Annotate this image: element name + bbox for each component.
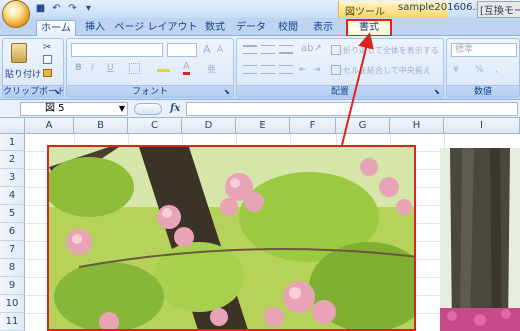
- font-launcher-icon[interactable]: ⬊: [224, 88, 232, 96]
- tab-format[interactable]: 書式: [346, 19, 392, 37]
- font-name-combo[interactable]: [71, 43, 163, 57]
- paste-button[interactable]: 貼り付け: [5, 67, 41, 80]
- second-picture[interactable]: [440, 148, 520, 331]
- insert-function-icon[interactable]: fx: [170, 103, 180, 114]
- tab-view[interactable]: 表示: [308, 20, 338, 36]
- row-header[interactable]: 3: [0, 169, 25, 187]
- name-box-value: 図 5: [45, 103, 65, 114]
- tab-home[interactable]: ホーム: [36, 20, 76, 36]
- merge-icon[interactable]: [331, 65, 341, 75]
- tab-insert[interactable]: 挿入: [80, 20, 110, 36]
- decrease-indent-icon[interactable]: ⇤: [299, 65, 307, 75]
- row-header[interactable]: 5: [0, 205, 25, 223]
- row-header[interactable]: 6: [0, 223, 25, 241]
- borders-icon[interactable]: [129, 63, 140, 74]
- align-left-icon[interactable]: [243, 65, 257, 74]
- column-header[interactable]: A: [25, 118, 74, 134]
- title-bar: ■ ↶ ↷ ▾ 図ツール sample201606.xlsx [互換モード]: [0, 0, 520, 28]
- column-header[interactable]: I: [444, 118, 520, 134]
- quick-access-toolbar: ■ ↶ ↷ ▾: [34, 2, 95, 15]
- align-center-icon[interactable]: [261, 65, 275, 74]
- bold-button[interactable]: B: [75, 63, 82, 73]
- row-header[interactable]: 8: [0, 259, 25, 277]
- copy-icon[interactable]: [43, 55, 52, 64]
- row-header[interactable]: 10: [0, 295, 25, 313]
- row-header[interactable]: 7: [0, 241, 25, 259]
- tab-review[interactable]: 校閲: [272, 20, 304, 36]
- alignment-group: ab↗ 折り返して全体を表示する ⇤ ⇥ セルを結合して中央揃え 配置 ⬊: [236, 38, 444, 98]
- column-header[interactable]: C: [128, 118, 182, 134]
- tree-trunk-photo: [440, 148, 520, 331]
- percent-button[interactable]: %: [475, 65, 484, 75]
- column-header[interactable]: H: [390, 118, 444, 134]
- customize-qat-icon[interactable]: ▾: [82, 2, 95, 15]
- align-right-icon[interactable]: [279, 65, 293, 74]
- column-header[interactable]: F: [290, 118, 336, 134]
- font-color-button[interactable]: A: [183, 61, 190, 75]
- tab-data[interactable]: データ: [234, 20, 268, 36]
- context-label: 図ツール: [345, 7, 385, 18]
- column-header[interactable]: G: [336, 118, 390, 134]
- office-button[interactable]: [2, 0, 30, 28]
- selected-picture[interactable]: [47, 145, 416, 331]
- ribbon: 貼り付け ✂ クリップボード ⬊ A A B I U A 亜 フォント ⬊ ab…: [0, 36, 520, 100]
- align-top-icon[interactable]: [243, 45, 257, 54]
- orientation-icon[interactable]: ab↗: [301, 43, 322, 54]
- cut-icon[interactable]: ✂: [43, 42, 51, 53]
- alignment-launcher-icon[interactable]: ⬊: [434, 88, 442, 96]
- formula-input[interactable]: [186, 102, 518, 116]
- fill-color-icon[interactable]: [157, 62, 170, 72]
- redo-icon[interactable]: ↷: [66, 2, 79, 15]
- name-box-dropdown-icon[interactable]: ▼: [119, 103, 125, 115]
- row-header[interactable]: 11: [0, 313, 25, 331]
- select-all-corner[interactable]: [0, 118, 25, 134]
- formula-bar-handle[interactable]: [134, 103, 162, 115]
- number-format-combo[interactable]: 標準: [451, 43, 517, 57]
- number-group-label: 数値: [447, 85, 519, 97]
- phonetic-icon[interactable]: 亜: [207, 62, 221, 75]
- font-group: A A B I U A 亜 フォント ⬊: [66, 38, 234, 98]
- column-header[interactable]: B: [74, 118, 128, 134]
- formula-bar: 図 5 ▼ fx: [0, 100, 520, 118]
- underline-button[interactable]: U: [107, 63, 114, 73]
- clipboard-group: 貼り付け ✂ クリップボード ⬊: [2, 38, 64, 98]
- font-grow-button[interactable]: A: [203, 43, 211, 56]
- row-header[interactable]: 9: [0, 277, 25, 295]
- font-shrink-button[interactable]: A: [217, 45, 223, 55]
- name-box[interactable]: 図 5 ▼: [20, 102, 128, 116]
- currency-icon[interactable]: ¥: [453, 65, 459, 75]
- format-painter-icon[interactable]: [43, 69, 52, 77]
- tab-formulas[interactable]: 数式: [200, 20, 230, 36]
- column-header[interactable]: D: [182, 118, 236, 134]
- undo-icon[interactable]: ↶: [50, 2, 63, 15]
- alignment-group-label: 配置: [237, 85, 443, 97]
- italic-button[interactable]: I: [91, 63, 94, 73]
- row-header[interactable]: 4: [0, 187, 25, 205]
- clipboard-launcher-icon[interactable]: ⬊: [54, 88, 62, 96]
- increase-indent-icon[interactable]: ⇥: [313, 65, 321, 75]
- ribbon-tabs: ホーム 挿入 ページ レイアウト 数式 データ 校閲 表示 書式: [0, 18, 520, 37]
- comma-icon[interactable]: ,: [495, 65, 498, 75]
- save-icon[interactable]: ■: [34, 2, 47, 15]
- wrap-text-button[interactable]: 折り返して全体を表示する: [343, 45, 439, 56]
- compatibility-mode: [互換モード]: [477, 1, 520, 18]
- font-size-combo[interactable]: [167, 43, 197, 57]
- cherry-blossom-photo: [49, 147, 414, 329]
- align-bottom-icon[interactable]: [279, 45, 293, 54]
- align-middle-icon[interactable]: [261, 45, 275, 54]
- column-header[interactable]: E: [236, 118, 290, 134]
- number-group: 標準 ¥ % , 数値: [446, 38, 520, 98]
- paste-icon[interactable]: [11, 43, 27, 63]
- tab-page-layout[interactable]: ページ レイアウト: [114, 20, 198, 36]
- font-group-label: フォント: [67, 85, 233, 97]
- merge-center-button[interactable]: セルを結合して中央揃え: [343, 65, 431, 76]
- wrap-text-icon[interactable]: [331, 45, 341, 55]
- row-header[interactable]: 1: [0, 134, 25, 151]
- row-header[interactable]: 2: [0, 151, 25, 169]
